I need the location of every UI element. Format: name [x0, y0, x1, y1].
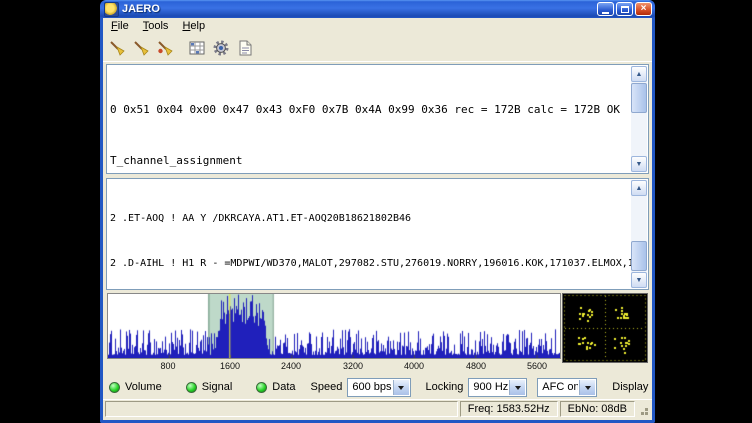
data-indicator: Data: [256, 381, 295, 393]
speed-select[interactable]: 600 bps: [347, 378, 410, 397]
scroll-thumb[interactable]: [631, 83, 647, 113]
acars-log-scrollbar[interactable]: ▲ ▼: [631, 180, 647, 288]
titlebar-buttons: ×: [597, 2, 652, 16]
minimize-button[interactable]: [597, 2, 614, 16]
clear-message-log-button[interactable]: [130, 37, 152, 59]
chevron-down-icon: [509, 380, 525, 395]
constellation-display: [562, 293, 648, 363]
settings-button[interactable]: [210, 37, 232, 59]
spectrum-axis: 800 1600 2400 3200 4000 4800 5600: [107, 359, 561, 373]
hex-log-content: 0 0x51 0x04 0x00 0x47 0x43 0xF0 0x7B 0x4…: [107, 65, 631, 173]
menu-file[interactable]: File: [104, 19, 136, 33]
minimize-icon: [602, 12, 609, 14]
acars-log-line: 2 .ET-AOQ ! AA Y /DKRCAYA.AT1.ET-AOQ20B1…: [110, 211, 628, 226]
axis-tick-label: 2400: [281, 361, 301, 371]
scroll-up-button[interactable]: ▲: [631, 66, 647, 82]
display-select[interactable]: Constellation: [653, 378, 655, 397]
axis-tick-label: 4800: [466, 361, 486, 371]
afc-value: AFC on: [542, 381, 578, 393]
axis-tick-label: 800: [160, 361, 175, 371]
volume-label: Volume: [125, 381, 162, 393]
axis-tick-label: 1600: [220, 361, 240, 371]
maximize-icon: [621, 6, 629, 13]
axis-tick-label: 3200: [343, 361, 363, 371]
display-label: Display: [612, 381, 648, 393]
signal-indicator: Signal: [186, 381, 233, 393]
close-button[interactable]: ×: [635, 2, 652, 16]
afc-select[interactable]: AFC on: [537, 378, 597, 397]
screen-background: JAERO × File Tools Help: [0, 0, 752, 423]
controls-bar: Volume Signal Data Speed 600 bps Locking: [103, 375, 652, 399]
broom-icon: [156, 39, 174, 57]
resize-grip[interactable]: [637, 401, 650, 417]
window-body: File Tools Help: [100, 18, 655, 423]
menu-help[interactable]: Help: [175, 19, 212, 33]
chevron-down-icon: [393, 380, 409, 395]
freq-status: Freq: 1583.52Hz: [460, 401, 558, 417]
hex-log-pane[interactable]: 0 0x51 0x04 0x00 0x47 0x43 0xF0 0x7B 0x4…: [106, 64, 649, 174]
constellation-canvas: [563, 294, 647, 362]
clear-hex-log-button[interactable]: [106, 37, 128, 59]
menubar: File Tools Help: [103, 18, 652, 34]
document-icon: [236, 39, 254, 57]
hex-log-line: T_channel_assignment: [110, 152, 628, 169]
broom-icon: [108, 39, 126, 57]
app-icon: [104, 2, 119, 17]
volume-indicator: Volume: [109, 381, 162, 393]
locking-value: 900 Hz: [473, 381, 508, 393]
data-grid-button[interactable]: [186, 37, 208, 59]
acars-log-pane[interactable]: 2 .ET-AOQ ! AA Y /DKRCAYA.AT1.ET-AOQ20B1…: [106, 178, 649, 290]
axis-tick-label: 4000: [404, 361, 424, 371]
acars-log-content: 2 .ET-AOQ ! AA Y /DKRCAYA.AT1.ET-AOQ20B1…: [107, 179, 631, 289]
gear-icon: [212, 39, 230, 57]
speed-value: 600 bps: [352, 381, 391, 393]
acars-log-line: 2 .D-AIHL ! H1 R - =MDPWI/WD370,MALOT,29…: [110, 256, 628, 271]
speed-label: Speed: [311, 381, 343, 393]
menu-tools[interactable]: Tools: [136, 19, 176, 33]
broom-icon: [132, 39, 150, 57]
scroll-down-button[interactable]: ▼: [631, 272, 647, 288]
scroll-down-button[interactable]: ▼: [631, 156, 647, 172]
data-led-icon: [256, 382, 267, 393]
statusbar: Freq: 1583.52Hz EbNo: 08dB: [103, 399, 652, 418]
spectrum-display[interactable]: 800 1600 2400 3200 4000 4800 5600: [107, 293, 561, 373]
maximize-button[interactable]: [616, 2, 633, 16]
statusbar-filler: [105, 401, 458, 417]
clear-all-button[interactable]: [154, 37, 176, 59]
scroll-thumb[interactable]: [631, 241, 647, 271]
chevron-down-icon: [579, 380, 595, 395]
jaero-window: JAERO × File Tools Help: [100, 0, 655, 423]
data-grid-icon: [188, 39, 206, 57]
ebno-status: EbNo: 08dB: [560, 401, 635, 417]
window-title: JAERO: [122, 3, 597, 15]
displays-row: 800 1600 2400 3200 4000 4800 5600: [106, 293, 649, 375]
hex-log-scrollbar[interactable]: ▲ ▼: [631, 66, 647, 172]
scroll-up-button[interactable]: ▲: [631, 180, 647, 196]
signal-label: Signal: [202, 381, 233, 393]
titlebar[interactable]: JAERO ×: [100, 0, 655, 18]
log-file-button[interactable]: [234, 37, 256, 59]
hex-log-line: 0 0x51 0x04 0x00 0x47 0x43 0xF0 0x7B 0x4…: [110, 101, 628, 118]
axis-tick-label: 5600: [527, 361, 547, 371]
toolbar: [103, 34, 652, 62]
volume-led-icon: [109, 382, 120, 393]
locking-select[interactable]: 900 Hz: [468, 378, 527, 397]
spectrum-canvas[interactable]: [107, 293, 561, 359]
data-label: Data: [272, 381, 295, 393]
signal-led-icon: [186, 382, 197, 393]
locking-label: Locking: [426, 381, 464, 393]
